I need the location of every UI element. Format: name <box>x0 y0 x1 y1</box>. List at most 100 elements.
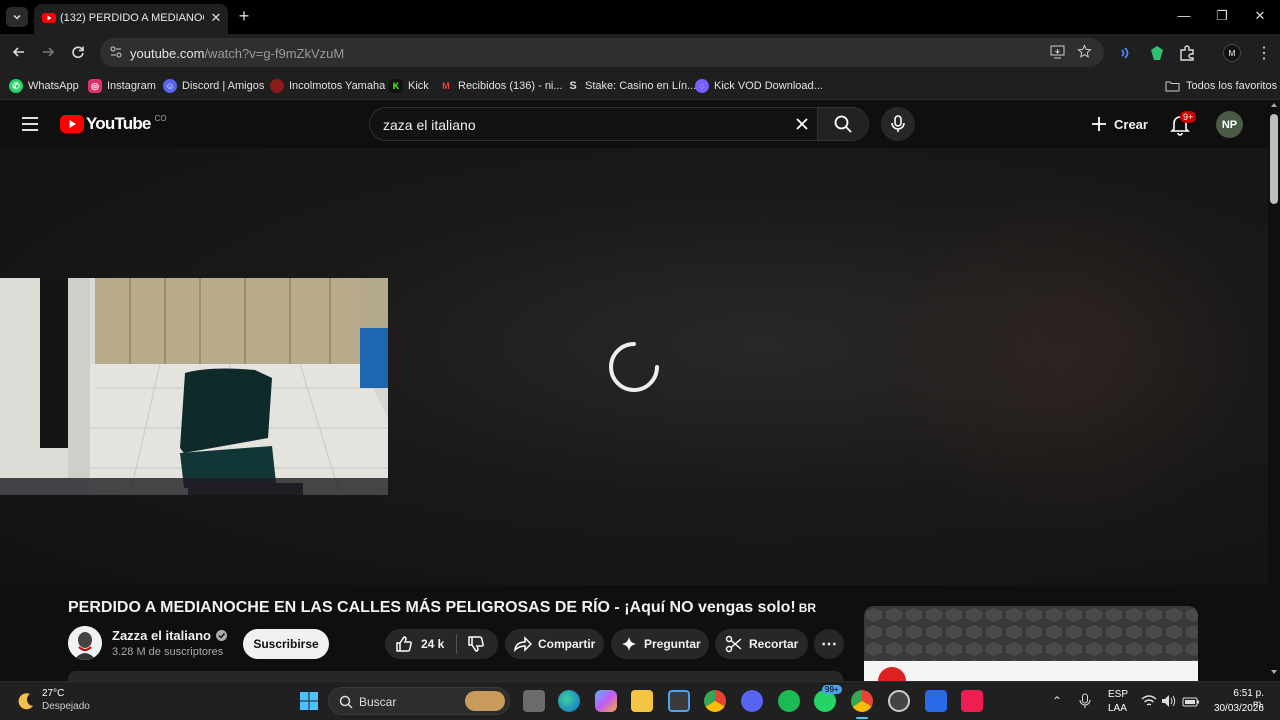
close-window-button[interactable]: ✕ <box>1250 8 1270 26</box>
extension-sound-icon[interactable] <box>1118 45 1134 61</box>
arrow-right-icon <box>43 47 55 57</box>
search-icon <box>339 695 353 709</box>
tray-overflow-icon[interactable]: ⌃ <box>1052 694 1062 708</box>
thumbs-up-icon <box>396 636 412 652</box>
hamburger-menu-icon[interactable] <box>20 115 40 133</box>
tab-title: (132) PERDIDO A MEDIANOCHE <box>60 12 204 24</box>
bookmark-gmail[interactable]: M Recibidos (136) - ni... <box>439 77 562 95</box>
create-button[interactable]: Crear <box>1082 110 1154 138</box>
microsoft-store-icon[interactable] <box>668 690 690 712</box>
file-explorer-icon[interactable] <box>631 690 653 712</box>
whatsapp-icon[interactable]: 99+ <box>814 685 842 712</box>
ask-button[interactable]: Preguntar <box>611 629 709 659</box>
sparkle-icon <box>622 637 636 651</box>
channel-name[interactable]: Zazza el italiano <box>112 628 227 643</box>
video-player[interactable] <box>0 148 1268 585</box>
start-windows-icon[interactable] <box>299 691 319 711</box>
youtube-logo[interactable]: YouTube CO <box>60 114 167 134</box>
kick-vod-icon: ◌ <box>695 79 709 93</box>
like-button[interactable]: 24 k <box>385 629 444 659</box>
description-box[interactable] <box>68 671 843 681</box>
bookmark-star-icon[interactable] <box>1077 44 1092 59</box>
voice-search-button[interactable] <box>881 107 915 141</box>
chrome-active-icon[interactable] <box>851 690 873 712</box>
subscribe-button[interactable]: Suscribirse <box>243 629 329 659</box>
weather-moon-icon[interactable] <box>16 691 36 711</box>
clock-app-icon[interactable] <box>888 690 910 712</box>
volume-icon[interactable] <box>1161 694 1177 708</box>
weather-condition: Despejado <box>42 701 90 712</box>
search-icon <box>834 115 852 133</box>
share-button[interactable]: Compartir <box>505 629 604 659</box>
wifi-icon[interactable] <box>1141 694 1157 708</box>
task-view-icon[interactable] <box>523 690 545 712</box>
browser-tab-strip: (132) PERDIDO A MEDIANOCHE ✕ + — ❐ ✕ <box>0 0 1280 34</box>
bookmark-stake[interactable]: S Stake: Casino en Lín... <box>566 77 696 95</box>
windows-taskbar: 27°C Despejado Buscar 99+ ⌃ ESP LAA 6:51… <box>0 681 1280 720</box>
extensions-puzzle-icon[interactable] <box>1178 44 1196 62</box>
copilot-icon[interactable] <box>595 690 617 712</box>
forward-button[interactable] <box>38 42 58 62</box>
chrome-icon[interactable] <box>704 690 726 712</box>
install-app-icon[interactable] <box>1050 45 1065 59</box>
back-button[interactable] <box>9 42 29 62</box>
address-bar[interactable]: youtube.com/watch?v=g-f9mZkVzuM <box>100 38 1104 67</box>
thumbs-down-icon <box>468 636 485 652</box>
card-thumbnail <box>864 606 1198 681</box>
battery-icon[interactable] <box>1182 694 1200 708</box>
notifications-button[interactable]: 9+ <box>1168 110 1198 138</box>
tiktok-icon[interactable] <box>961 690 983 712</box>
all-bookmarks-button[interactable]: Todos los favoritos <box>1165 77 1277 95</box>
youtube-header: YouTube CO Crear 9+ NP <box>0 100 1268 148</box>
url-text: youtube.com/watch?v=g-f9mZkVzuM <box>130 46 345 61</box>
tab-search-button[interactable] <box>6 7 28 27</box>
input-language[interactable]: ESP <box>1108 689 1128 700</box>
recommended-video-card[interactable] <box>864 606 1198 681</box>
profile-avatar[interactable]: M <box>1223 44 1241 62</box>
more-actions-icon[interactable]: ⋯ <box>814 629 844 659</box>
search-box <box>369 107 817 141</box>
bookmark-instagram[interactable]: ◎ Instagram <box>88 77 156 95</box>
discord-icon: ☺ <box>163 79 177 93</box>
restore-button[interactable]: ❐ <box>1212 8 1232 26</box>
whatsapp-badge: 99+ <box>822 685 842 694</box>
video-title: PERDIDO A MEDIANOCHE EN LAS CALLES MÁS P… <box>68 599 817 616</box>
reload-button[interactable] <box>68 42 88 62</box>
weather-temperature: 27°C <box>42 688 65 699</box>
page-scrollbar[interactable] <box>1268 100 1280 681</box>
edge-browser-icon[interactable] <box>558 690 580 712</box>
extension-green-icon[interactable] <box>1148 44 1166 62</box>
youtube-favicon-icon <box>42 13 56 23</box>
taskbar-search[interactable]: Buscar <box>328 687 510 715</box>
minimize-button[interactable]: — <box>1174 8 1194 26</box>
scissors-icon <box>725 635 742 653</box>
roblox-icon[interactable] <box>925 690 947 712</box>
search-input[interactable] <box>383 117 783 133</box>
arrow-left-icon <box>12 47 24 57</box>
site-info-icon[interactable] <box>109 45 123 59</box>
account-avatar[interactable]: NP <box>1216 111 1243 138</box>
like-dislike-group: 24 k <box>385 629 498 659</box>
bookmark-kick-vod[interactable]: ◌ Kick VOD Download... <box>695 77 823 95</box>
spotify-icon[interactable] <box>778 690 800 712</box>
browser-menu-icon[interactable]: ⋮ <box>1256 43 1272 63</box>
tab-close-icon[interactable]: ✕ <box>208 10 224 26</box>
bookmark-discord[interactable]: ☺ Discord | Amigos <box>163 77 264 95</box>
bookmark-kick[interactable]: K Kick <box>389 77 429 95</box>
bookmark-whatsapp[interactable]: ✆ WhatsApp <box>9 77 79 95</box>
dislike-button[interactable] <box>457 635 485 653</box>
folder-icon <box>1165 81 1180 92</box>
tray-microphone-icon[interactable] <box>1079 693 1091 709</box>
channel-avatar[interactable] <box>68 626 102 660</box>
microphone-icon <box>891 115 905 132</box>
browser-tab-active[interactable]: (132) PERDIDO A MEDIANOCHE ✕ <box>34 4 228 34</box>
new-tab-button[interactable]: + <box>236 7 252 25</box>
clip-button[interactable]: Recortar <box>715 629 808 659</box>
search-button[interactable] <box>817 107 869 141</box>
clear-search-icon[interactable] <box>794 116 810 132</box>
ambient-glow <box>880 178 1260 538</box>
clock-date[interactable]: 30/03/2026 <box>1212 703 1264 714</box>
discord-icon[interactable] <box>741 690 763 712</box>
bookmark-yamaha[interactable]: Incolmotos Yamaha <box>270 77 385 95</box>
input-layout[interactable]: LAA <box>1108 703 1127 714</box>
